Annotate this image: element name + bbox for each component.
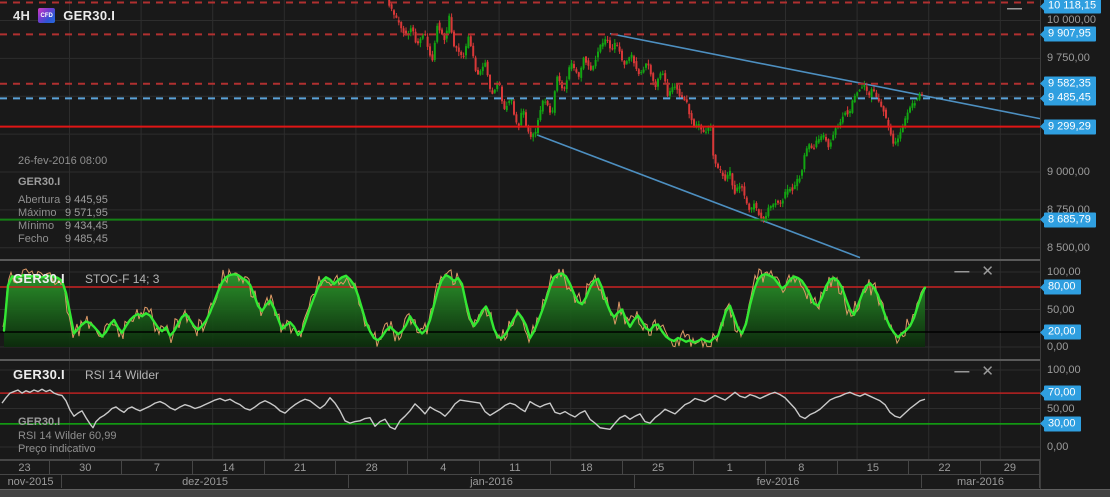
x-axis-month-label: fev-2016 — [635, 475, 922, 488]
open-value: 9 445,95 — [65, 194, 108, 206]
price-label: 9 750,00 — [1047, 52, 1090, 65]
main-price-panel[interactable]: 4H CFD GER30.I — 26-fev-2016 08:00 GER30… — [0, 0, 1040, 259]
x-axis-months[interactable]: nov-2015 dez-2015 jan-2016 fev-2016 mar-2016 — [0, 474, 1040, 490]
high-value: 9 571,95 — [65, 207, 108, 219]
info-row-close: Fecho 9 485,45 — [18, 233, 108, 245]
stoch-panel-header: GER30.I STOC-F 14; 3 — [13, 271, 159, 286]
x-axis-day-label: 14 — [193, 461, 265, 474]
x-axis-days[interactable]: 23 30 7 14 21 28 4 11 18 25 1 8 15 22 29 — [0, 460, 1040, 475]
indicative-price-note: Preço indicativo — [18, 443, 96, 455]
timeframe-label[interactable]: 4H — [13, 8, 30, 23]
main-candlestick-canvas[interactable] — [0, 0, 1040, 259]
trading-chart-window: 4H CFD GER30.I — 26-fev-2016 08:00 GER30… — [0, 0, 1110, 497]
price-badge: 9 907,95 — [1040, 26, 1096, 42]
rsi-panel-buttons: — ✕ — [954, 364, 994, 379]
info-symbol: GER30.I — [18, 176, 61, 188]
x-axis-day-label: 23 — [0, 461, 50, 474]
axis-corner — [1040, 460, 1110, 489]
price-badge: 10 118,15 — [1039, 0, 1102, 14]
rsi-footer-symbol: GER30.I — [18, 416, 61, 428]
rsi-panel[interactable]: GER30.I RSI 14 Wilder — ✕ GER30.I RSI 14… — [0, 361, 1040, 459]
main-panel-buttons: — — [1007, 1, 1022, 16]
close-icon[interactable]: ✕ — [981, 364, 994, 379]
price-badge: 20,00 — [1040, 324, 1081, 340]
x-axis-day-label: 28 — [336, 461, 408, 474]
price-label: 8 500,00 — [1047, 241, 1090, 254]
x-axis-day-label: 22 — [909, 461, 981, 474]
rsi-footer: GER30.I RSI 14 Wilder 60,99 Preço indica… — [18, 416, 116, 457]
ohlc-info-box: 26-fev-2016 08:00 GER30.I Abertura 9 445… — [18, 155, 108, 246]
price-label: 100,00 — [1047, 364, 1081, 376]
close-value: 9 485,45 — [65, 233, 108, 245]
minimize-icon[interactable]: — — [1007, 1, 1022, 16]
stochastic-panel[interactable]: GER30.I STOC-F 14; 3 — ✕ — [0, 261, 1040, 359]
rsi-reading: RSI 14 Wilder 60,99 — [18, 429, 117, 442]
price-label: 0,00 — [1047, 441, 1069, 453]
x-axis-day-label: 1 — [694, 461, 766, 474]
price-badge: 9 299,29 — [1040, 119, 1096, 135]
x-axis-day-label: 4 — [408, 461, 480, 474]
price-badge: 9 582,35 — [1040, 76, 1096, 92]
price-label: 0,00 — [1047, 341, 1069, 353]
x-axis-month-label: jan-2016 — [349, 475, 635, 488]
info-row-low: Mínimo 9 434,45 — [18, 220, 108, 232]
x-axis-month-label: dez-2015 — [62, 475, 349, 488]
close-label: Fecho — [18, 233, 49, 245]
minimize-icon[interactable]: — — [954, 364, 969, 379]
main-panel-header: 4H CFD GER30.I — [13, 8, 115, 23]
high-label: Máximo — [18, 207, 57, 219]
crosshair-datetime: 26-fev-2016 08:00 — [18, 155, 108, 167]
price-badge: 80,00 — [1040, 279, 1081, 295]
price-label: 50,00 — [1047, 303, 1075, 316]
x-axis-day-label: 8 — [766, 461, 838, 474]
low-label: Mínimo — [18, 220, 55, 232]
price-label: 50,00 — [1047, 402, 1075, 415]
minimize-icon[interactable]: — — [954, 264, 969, 279]
price-axis[interactable]: 10 118,15 10 000,00 9 907,95 9 750,00 9 582,… — [1039, 0, 1110, 460]
price-badge: 30,00 — [1040, 416, 1081, 432]
x-axis-month-label: mar-2016 — [922, 475, 1040, 488]
x-axis-day-label: 29 — [981, 461, 1040, 474]
open-label: Abertura — [18, 194, 61, 206]
price-label: 10 000,00 — [1047, 14, 1096, 27]
price-badge: 8 685,79 — [1040, 212, 1096, 228]
x-axis-day-label: 30 — [50, 461, 122, 474]
rsi-panel-header: GER30.I RSI 14 Wilder — [13, 367, 159, 382]
x-axis-day-label: 18 — [551, 461, 623, 474]
low-value: 9 434,45 — [65, 220, 108, 232]
x-axis-day-label: 11 — [480, 461, 552, 474]
rsi-indicator-label[interactable]: RSI 14 Wilder — [85, 368, 159, 382]
x-axis-day-label: 7 — [122, 461, 194, 474]
x-axis-day-label: 21 — [265, 461, 337, 474]
price-badge: 9 485,45 — [1040, 90, 1096, 106]
horizontal-scrollbar[interactable] — [0, 489, 1110, 497]
price-label: 9 000,00 — [1047, 165, 1090, 178]
info-row-high: Máximo 9 571,95 — [18, 207, 108, 219]
x-axis-day-label: 25 — [623, 461, 695, 474]
x-axis-month-label: nov-2015 — [0, 475, 62, 488]
stoch-indicator-label[interactable]: STOC-F 14; 3 — [85, 272, 159, 286]
symbol-label[interactable]: GER30.I — [63, 8, 115, 23]
info-row-open: Abertura 9 445,95 — [18, 194, 108, 206]
price-badge: 70,00 — [1040, 385, 1081, 401]
rsi-symbol-label[interactable]: GER30.I — [13, 367, 65, 382]
cfd-instrument-icon: CFD — [38, 8, 56, 23]
x-axis-day-label: 15 — [838, 461, 910, 474]
stoch-symbol-label[interactable]: GER30.I — [13, 271, 65, 286]
stoch-panel-buttons: — ✕ — [954, 264, 994, 279]
close-icon[interactable]: ✕ — [981, 264, 994, 279]
price-label: 100,00 — [1047, 266, 1081, 278]
